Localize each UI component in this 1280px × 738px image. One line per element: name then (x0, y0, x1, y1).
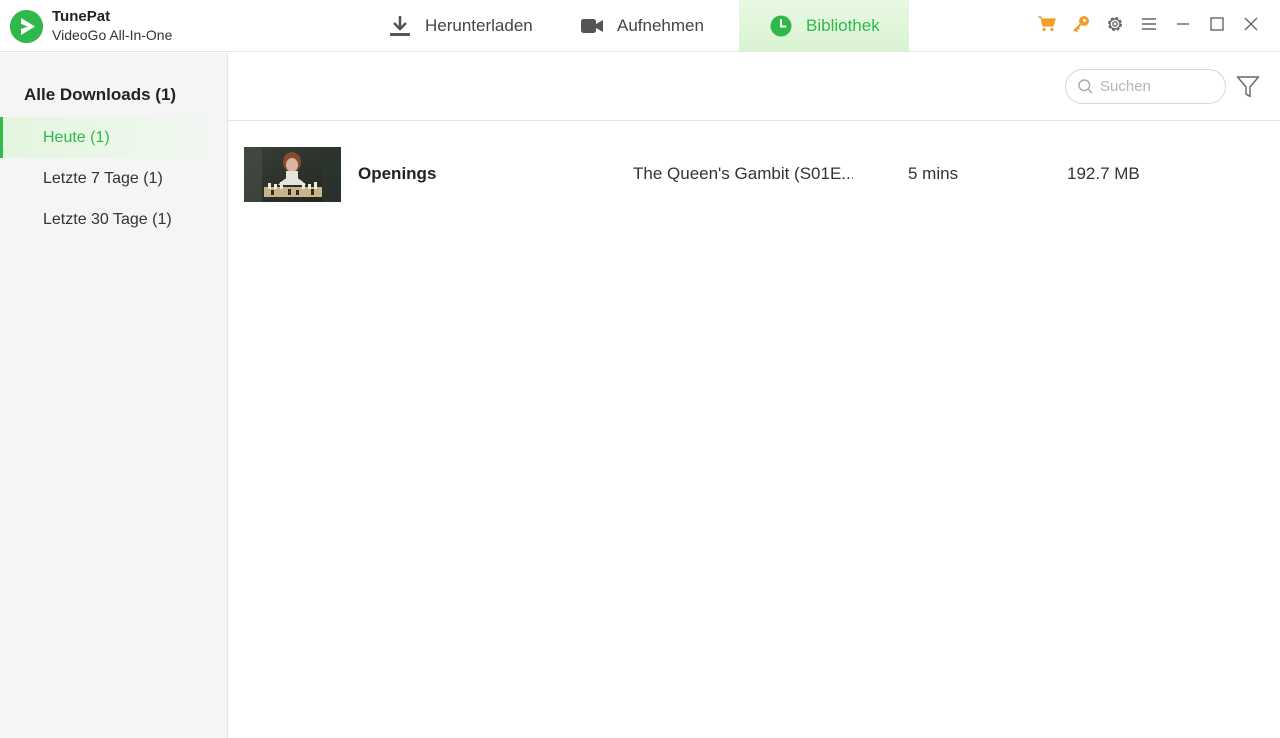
maximize-icon (1210, 17, 1224, 31)
title-bar: TunePat VideoGo All-In-One Herunterladen… (0, 0, 1280, 52)
library-main: Openings The Queen's Gambit (S01E... 5 m… (228, 53, 1280, 738)
tab-label: Bibliothek (806, 16, 880, 35)
chess-scene-thumbnail (244, 147, 341, 202)
search-input[interactable] (1100, 78, 1220, 95)
app-name: TunePat (52, 8, 111, 25)
window-controls (1030, 0, 1268, 48)
sidebar: Alle Downloads (1) Heute (1) Letzte 7 Ta… (0, 53, 228, 738)
library-toolbar (228, 53, 1280, 121)
minimize-button[interactable] (1166, 7, 1200, 41)
clock-icon (770, 15, 792, 37)
gear-icon (1108, 17, 1122, 31)
app-subtitle: VideoGo All-In-One (52, 27, 173, 43)
sidebar-item-letzte-7-tage[interactable]: Letzte 7 Tage (1) (0, 158, 227, 199)
filter-button[interactable] (1234, 73, 1262, 101)
key-button[interactable] (1064, 7, 1098, 41)
menu-icon (1142, 18, 1156, 30)
sidebar-item-label: Letzte 30 Tage (1) (43, 210, 172, 228)
minimize-icon (1177, 23, 1189, 25)
maximize-button[interactable] (1200, 7, 1234, 41)
sidebar-item-label: Letzte 7 Tage (1) (43, 169, 163, 187)
settings-button[interactable] (1098, 7, 1132, 41)
video-duration: 5 mins (908, 164, 959, 183)
sidebar-item-letzte-30-tage[interactable]: Letzte 30 Tage (1) (0, 199, 227, 240)
video-size: 192.7 MB (1067, 164, 1140, 183)
download-icon (390, 16, 410, 36)
close-icon (1244, 17, 1258, 31)
key-icon (1073, 16, 1089, 33)
tab-label: Aufnehmen (617, 16, 704, 35)
sidebar-item-label: Heute (1) (43, 128, 110, 146)
app-brand: TunePat VideoGo All-In-One (10, 8, 172, 44)
close-button[interactable] (1234, 7, 1268, 41)
sidebar-title[interactable]: Alle Downloads (1) (24, 85, 176, 105)
cart-button[interactable] (1030, 7, 1064, 41)
tab-label: Herunterladen (425, 16, 533, 35)
table-row[interactable]: Openings The Queen's Gambit (S01E... 5 m… (228, 137, 1280, 205)
sidebar-item-heute[interactable]: Heute (1) (0, 117, 227, 158)
video-camera-icon (581, 19, 603, 33)
tab-herunterladen[interactable]: Herunterladen (375, 0, 567, 52)
video-title: Openings (358, 164, 437, 183)
menu-button[interactable] (1132, 7, 1166, 41)
main-tabs: Herunterladen Aufnehmen Bibliothek (375, 0, 909, 52)
search-box[interactable] (1065, 69, 1226, 104)
search-icon (1078, 79, 1093, 94)
video-show: The Queen's Gambit (S01E... (633, 164, 853, 183)
cart-icon (1038, 16, 1056, 32)
filter-icon (1236, 76, 1260, 98)
tunepat-logo-icon (10, 9, 43, 43)
tab-aufnehmen[interactable]: Aufnehmen (567, 0, 739, 52)
tab-bibliothek[interactable]: Bibliothek (739, 0, 909, 52)
